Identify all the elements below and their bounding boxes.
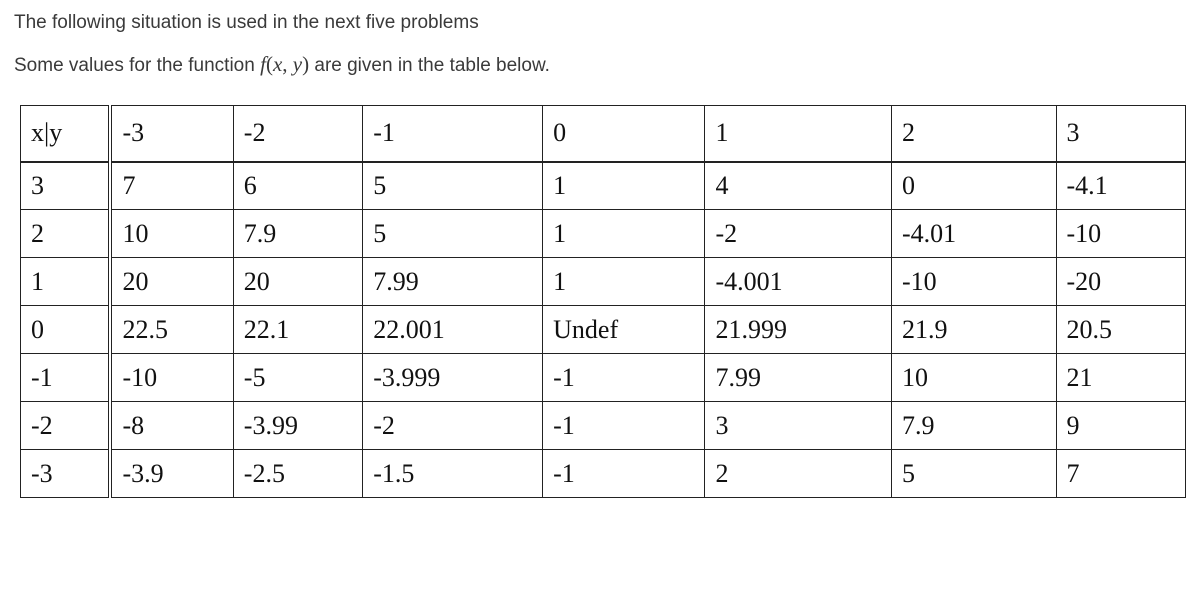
row-header: -2 [21, 402, 111, 450]
cell: -3.999 [363, 354, 543, 402]
cell: 5 [363, 210, 543, 258]
cell: 9 [1056, 402, 1186, 450]
cell: 20 [110, 258, 233, 306]
cell: 5 [363, 162, 543, 210]
cell: 1 [543, 162, 705, 210]
cell: 3 [705, 402, 891, 450]
table-row: -3 -3.9 -2.5 -1.5 -1 2 5 7 [21, 450, 1186, 498]
cell: 7.9 [233, 210, 362, 258]
col-header: 0 [543, 106, 705, 162]
cell: 7.99 [705, 354, 891, 402]
table-row: -1 -10 -5 -3.999 -1 7.99 10 21 [21, 354, 1186, 402]
function-sentence-before: Some values for the function [14, 55, 260, 76]
cell: -3.9 [110, 450, 233, 498]
cell: -1 [543, 354, 705, 402]
table-row: 0 22.5 22.1 22.001 Undef 21.999 21.9 20.… [21, 306, 1186, 354]
cell: 2 [705, 450, 891, 498]
col-header: -3 [110, 106, 233, 162]
intro-text: The following situation is used in the n… [14, 12, 1186, 34]
cell: 4 [705, 162, 891, 210]
cell: 10 [891, 354, 1056, 402]
table-row: 1 20 20 7.99 1 -4.001 -10 -20 [21, 258, 1186, 306]
cell: 10 [110, 210, 233, 258]
table-corner-cell: x|y [21, 106, 111, 162]
cell: 21 [1056, 354, 1186, 402]
cell: 21.9 [891, 306, 1056, 354]
cell: -10 [1056, 210, 1186, 258]
cell: -1 [543, 402, 705, 450]
row-header: 3 [21, 162, 111, 210]
cell: 20.5 [1056, 306, 1186, 354]
cell: 1 [543, 210, 705, 258]
cell: 22.5 [110, 306, 233, 354]
math-x: x [273, 52, 282, 76]
cell: 21.999 [705, 306, 891, 354]
cell: 1 [543, 258, 705, 306]
table-row: -2 -8 -3.99 -2 -1 3 7.9 9 [21, 402, 1186, 450]
cell: -3.99 [233, 402, 362, 450]
cell: 7 [1056, 450, 1186, 498]
row-header: 0 [21, 306, 111, 354]
cell: 5 [891, 450, 1056, 498]
cell: 0 [891, 162, 1056, 210]
math-open-paren: ( [266, 52, 273, 76]
row-header: -3 [21, 450, 111, 498]
cell: -20 [1056, 258, 1186, 306]
cell: -4.01 [891, 210, 1056, 258]
row-header: -1 [21, 354, 111, 402]
cell: -2 [705, 210, 891, 258]
math-comma: , [282, 52, 293, 76]
cell: 6 [233, 162, 362, 210]
cell: -10 [110, 354, 233, 402]
table-row: 2 10 7.9 5 1 -2 -4.01 -10 [21, 210, 1186, 258]
cell: -1 [543, 450, 705, 498]
cell: -5 [233, 354, 362, 402]
col-header: 3 [1056, 106, 1186, 162]
cell: 7 [110, 162, 233, 210]
cell: -2.5 [233, 450, 362, 498]
math-y: y [293, 52, 302, 76]
cell: -8 [110, 402, 233, 450]
function-values-table: x|y -3 -2 -1 0 1 2 3 3 7 6 5 1 4 0 -4.1 … [20, 105, 1186, 498]
cell: 22.001 [363, 306, 543, 354]
cell: 7.99 [363, 258, 543, 306]
cell: 7.9 [891, 402, 1056, 450]
col-header: -1 [363, 106, 543, 162]
function-sentence-after: are given in the table below. [309, 55, 550, 76]
row-header: 2 [21, 210, 111, 258]
cell: -1.5 [363, 450, 543, 498]
cell: 20 [233, 258, 362, 306]
cell: -2 [363, 402, 543, 450]
cell: -10 [891, 258, 1056, 306]
cell: Undef [543, 306, 705, 354]
col-header: 1 [705, 106, 891, 162]
cell: -4.001 [705, 258, 891, 306]
row-header: 1 [21, 258, 111, 306]
col-header: -2 [233, 106, 362, 162]
function-description: Some values for the function f(x, y) are… [14, 52, 1186, 77]
table-header-row: x|y -3 -2 -1 0 1 2 3 [21, 106, 1186, 162]
col-header: 2 [891, 106, 1056, 162]
cell: -4.1 [1056, 162, 1186, 210]
table-row: 3 7 6 5 1 4 0 -4.1 [21, 162, 1186, 210]
cell: 22.1 [233, 306, 362, 354]
